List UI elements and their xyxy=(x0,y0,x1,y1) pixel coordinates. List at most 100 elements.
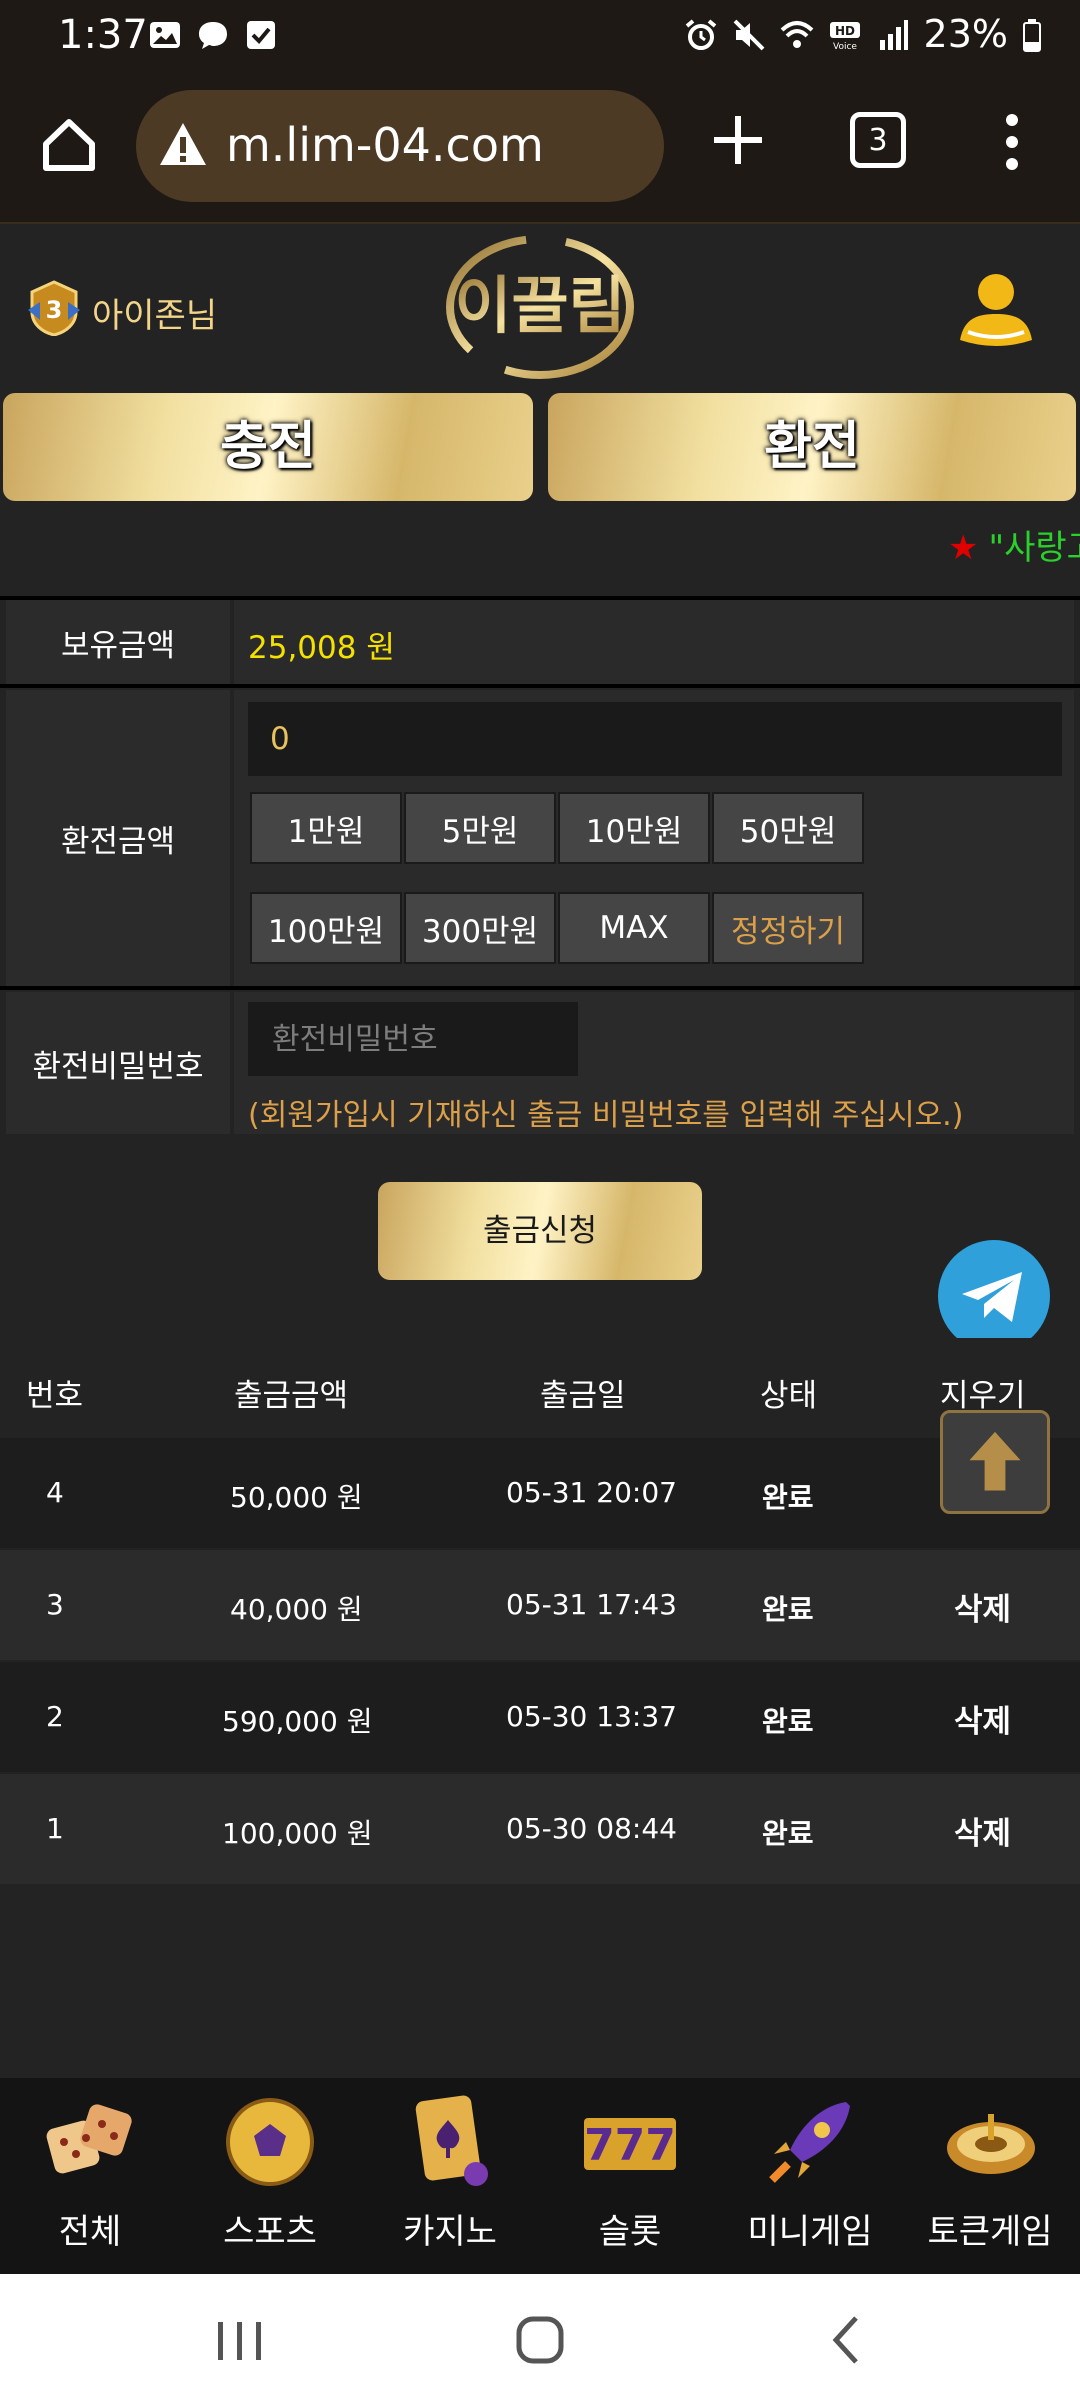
amount-button-100k[interactable]: 10만원 xyxy=(558,792,710,864)
row-number: 3 xyxy=(46,1588,64,1621)
site-header: 3 아이존님 이끌림 xyxy=(0,226,1080,388)
dice-icon xyxy=(46,2104,132,2174)
soccer-ball-icon xyxy=(226,2098,314,2186)
rocket-icon xyxy=(769,2102,850,2183)
nav-label: 스포츠 xyxy=(223,2212,317,2252)
more-vert-icon xyxy=(1006,114,1018,170)
nav-slot[interactable]: 777 슬롯 xyxy=(540,2078,720,2274)
scroll-top-button[interactable] xyxy=(940,1410,1050,1514)
hd-voice-icon: HD Voice xyxy=(828,17,862,52)
row-number: 2 xyxy=(46,1700,64,1733)
password-hint: (회원가입시 기재하신 출금 비밀번호를 입력해 주십시오.) xyxy=(248,1098,964,1133)
address-bar[interactable]: m.lim-04.com xyxy=(136,90,664,202)
svg-text:이끌림: 이끌림 xyxy=(454,269,625,342)
plus-icon xyxy=(714,116,762,164)
checkbox-notification-icon xyxy=(244,18,278,52)
gallery-notification-icon xyxy=(148,18,182,52)
nav-casino[interactable]: 카지노 xyxy=(360,2078,540,2274)
slot-777-icon: 777 xyxy=(584,2118,676,2171)
battery-percent: 23% xyxy=(923,12,1008,56)
row-number: 4 xyxy=(46,1476,64,1509)
new-tab-button[interactable] xyxy=(710,112,766,168)
row-status: 완료 xyxy=(762,1481,814,1514)
charge-button[interactable]: 충전 xyxy=(3,393,533,501)
nav-label: 미니게임 xyxy=(747,2212,873,2252)
wifi-icon xyxy=(780,17,814,51)
url-text[interactable]: m.lim-04.com xyxy=(226,118,544,172)
recents-icon[interactable] xyxy=(214,2318,266,2364)
amount-button-1m[interactable]: 100만원 xyxy=(250,892,402,964)
row-amount: 590,000 원 xyxy=(222,1705,373,1738)
browser-home-button[interactable] xyxy=(38,114,100,176)
nav-all[interactable]: 전체 xyxy=(0,2078,180,2274)
table-row: 1 100,000 원 05-30 08:44 완료 삭제 xyxy=(0,1774,1080,1884)
battery-icon xyxy=(1022,17,1042,52)
amount-button-50k[interactable]: 5만원 xyxy=(404,792,556,864)
table-row: 2 590,000 원 05-30 13:37 완료 삭제 xyxy=(0,1662,1080,1772)
history-header: 번호 출금금액 출금일 상태 지우기 xyxy=(0,1338,1080,1438)
row-date: 05-31 17:43 xyxy=(506,1588,677,1621)
password-label: 환전비밀번호 xyxy=(6,992,230,1134)
amount-reset-button[interactable]: 정정하기 xyxy=(712,892,864,964)
col-amount: 출금금액 xyxy=(234,1378,349,1414)
amount-input[interactable] xyxy=(248,702,1062,776)
svg-text:777: 777 xyxy=(584,2120,676,2171)
balance-label: 보유금액 xyxy=(6,600,230,684)
col-number: 번호 xyxy=(26,1378,84,1414)
star-icon: ★ xyxy=(948,528,979,568)
chat-notification-icon xyxy=(196,18,230,52)
profile-icon[interactable] xyxy=(958,270,1034,352)
arrow-up-icon xyxy=(969,1431,1021,1491)
delete-button[interactable]: 삭제 xyxy=(954,1696,1011,1741)
row-status: 완료 xyxy=(762,1705,814,1738)
browser-menu-button[interactable] xyxy=(1000,112,1024,172)
amount-button-3m[interactable]: 300만원 xyxy=(404,892,556,964)
delete-button[interactable]: 삭제 xyxy=(954,1808,1011,1853)
nav-label: 토큰게임 xyxy=(927,2212,1053,2252)
amount-button-500k[interactable]: 50만원 xyxy=(712,792,864,864)
level-badge-icon: 3 xyxy=(26,280,82,337)
notice-marquee: ★"사랑고 xyxy=(948,520,1080,569)
row-amount: 40,000 원 xyxy=(230,1593,363,1626)
row-date: 05-30 13:37 xyxy=(506,1700,677,1733)
nav-sports[interactable]: 스포츠 xyxy=(180,2078,360,2274)
exchange-button[interactable]: 환전 xyxy=(548,393,1076,501)
nav-label: 슬롯 xyxy=(598,2212,662,2252)
signal-icon xyxy=(876,17,910,51)
bottom-nav: 전체 스포츠 카지노 777 슬롯 미니게임 토큰게임 xyxy=(0,2078,1080,2274)
col-delete: 지우기 xyxy=(940,1378,1026,1414)
browser-toolbar: m.lim-04.com 3 xyxy=(0,72,1080,224)
site-logo[interactable]: 이끌림 xyxy=(440,232,640,382)
amount-label: 환전금액 xyxy=(6,690,230,986)
divider xyxy=(0,986,1080,990)
withdraw-request-button[interactable]: 출금신청 xyxy=(378,1182,702,1280)
tab-switcher-button[interactable]: 3 xyxy=(850,112,906,168)
table-row: 4 50,000 원 05-31 20:07 완료 xyxy=(0,1438,1080,1548)
home-icon xyxy=(43,119,95,171)
row-status: 완료 xyxy=(762,1593,814,1626)
row-amount: 100,000 원 xyxy=(222,1817,373,1850)
user-nickname: 아이존님 xyxy=(92,296,218,336)
nav-label: 카지노 xyxy=(403,2212,497,2252)
status-time: 1:37 xyxy=(58,12,148,58)
password-input[interactable] xyxy=(248,1002,578,1076)
amount-button-max[interactable]: MAX xyxy=(558,892,710,964)
divider xyxy=(0,684,1080,688)
svg-text:HD: HD xyxy=(835,24,855,38)
status-bar: 1:37 HD Voice 23% xyxy=(0,0,1080,72)
balance-value: 25,008 원 xyxy=(248,630,395,666)
home-circle-icon[interactable] xyxy=(514,2314,566,2366)
svg-text:Voice: Voice xyxy=(833,42,857,52)
delete-button[interactable]: 삭제 xyxy=(954,1584,1011,1629)
marquee-text: "사랑고 xyxy=(988,528,1080,568)
row-amount: 50,000 원 xyxy=(230,1481,363,1514)
roulette-icon xyxy=(947,2114,1035,2174)
alarm-icon xyxy=(684,17,718,51)
nav-token-game[interactable]: 토큰게임 xyxy=(900,2078,1080,2274)
amount-button-10k[interactable]: 1만원 xyxy=(250,792,402,864)
nav-minigame[interactable]: 미니게임 xyxy=(720,2078,900,2274)
table-row: 3 40,000 원 05-31 17:43 완료 삭제 xyxy=(0,1550,1080,1660)
warning-icon[interactable] xyxy=(158,120,208,170)
telegram-button[interactable] xyxy=(938,1240,1050,1352)
back-icon[interactable] xyxy=(828,2314,864,2366)
